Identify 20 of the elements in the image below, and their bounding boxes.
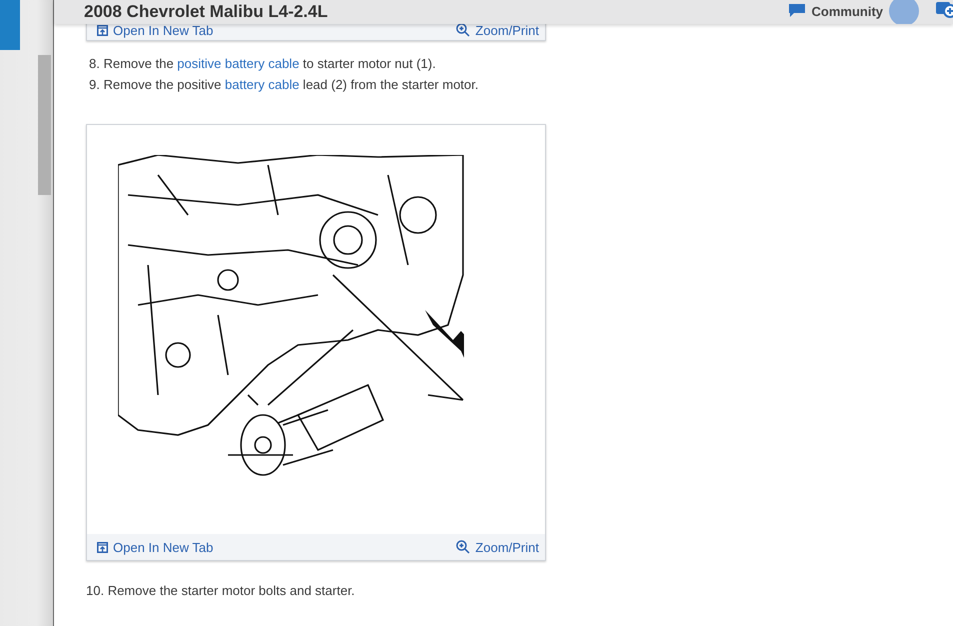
new-tab-icon <box>97 24 108 36</box>
instruction-step: 10. Remove the starter motor bolts and starter. <box>86 581 953 602</box>
zoom-in-icon <box>456 23 470 37</box>
add-user-icon[interactable] <box>935 2 953 18</box>
open-in-new-tab-link[interactable]: Open In New Tab <box>97 22 214 38</box>
zoom-in-icon <box>456 540 470 554</box>
side-tab[interactable] <box>0 0 20 50</box>
community-link[interactable]: Community <box>812 5 883 18</box>
instruction-step: 9. Remove the positive battery cable lead (2) from the starter motor. <box>89 74 953 95</box>
term-link[interactable]: battery cable <box>224 76 300 92</box>
zoom-print-link[interactable]: Zoom/Print <box>456 22 539 38</box>
avatar[interactable] <box>889 0 919 24</box>
open-in-new-tab-link[interactable]: Open In New Tab <box>97 540 214 554</box>
chat-bubble-icon[interactable] <box>788 4 806 18</box>
scrollbar-thumb[interactable] <box>38 55 51 195</box>
zoom-print-link[interactable]: Zoom/Print <box>456 540 539 554</box>
instruction-step: 8. Remove the positive battery cable to starter motor nut (1). <box>89 54 953 74</box>
new-tab-icon <box>97 542 108 552</box>
term-link[interactable]: positive battery cable <box>177 56 300 71</box>
page-title: 2008 Chevrolet Malibu L4-2.4L <box>84 2 328 22</box>
